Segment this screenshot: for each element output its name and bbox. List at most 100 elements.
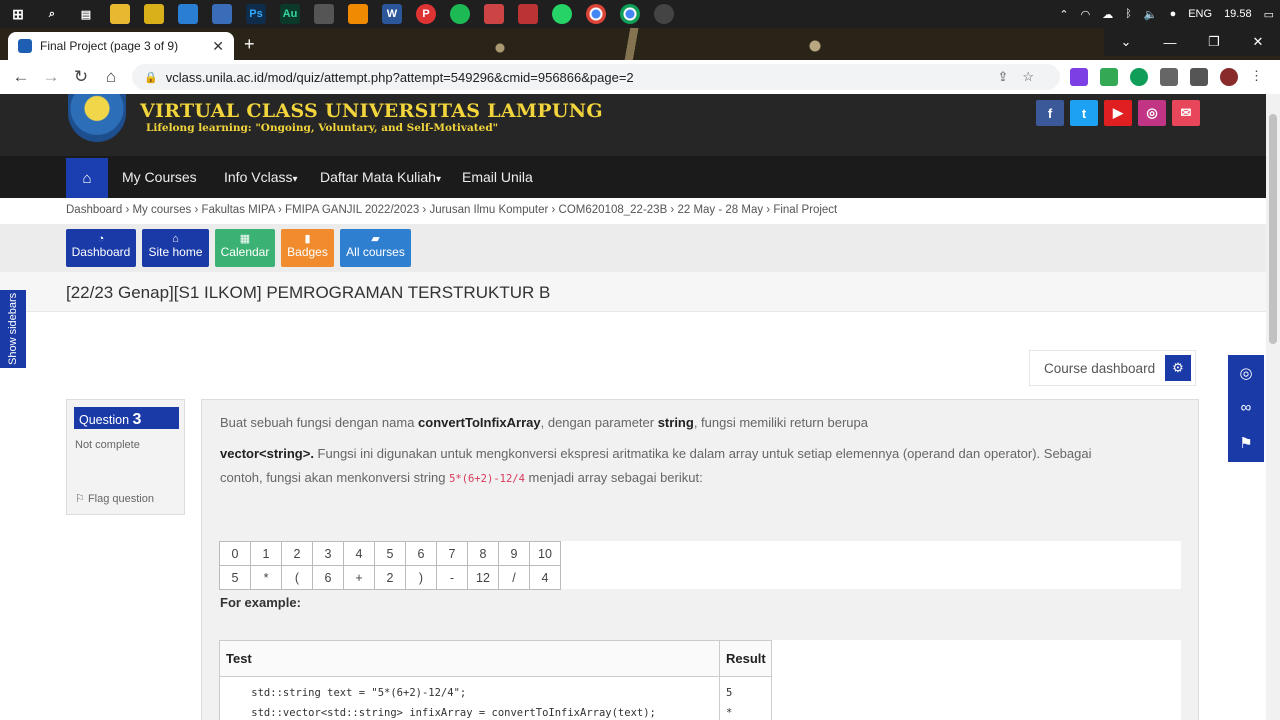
social-links: f t ▶ ◎ ✉ — [1036, 100, 1206, 126]
puzzle-icon[interactable] — [1160, 68, 1178, 86]
question-number-value: 3 — [132, 411, 142, 428]
windows-taskbar: ⊞ ⌕ ▤ Ps Au W P ⌃ ◠ ☁ ᛒ 🔈 ● ENG 19.58 ▭ — [0, 0, 1280, 28]
instagram-icon[interactable]: ◎ — [1138, 100, 1166, 126]
gear-icon[interactable]: ⚙ — [1165, 355, 1191, 381]
volume-icon[interactable]: 🔈 — [1144, 8, 1158, 21]
vlc-icon[interactable] — [348, 4, 368, 24]
forward-icon[interactable]: → — [36, 67, 66, 87]
chevron-down-icon: ▾ — [292, 174, 298, 185]
browser-tab-active[interactable]: Final Project (page 3 of 9) ✕ — [8, 32, 234, 60]
breadcrumb[interactable]: Dashboard › My courses › Fakultas MIPA ›… — [66, 204, 837, 216]
twitter-icon[interactable]: t — [1070, 100, 1098, 126]
language-indicator[interactable]: ENG — [1188, 8, 1212, 20]
audition-icon[interactable]: Au — [280, 4, 300, 24]
clock[interactable]: 19.58 — [1224, 8, 1252, 20]
theme-decoration — [300, 28, 1120, 60]
menu-email-unila[interactable]: Email Unila — [462, 169, 533, 185]
minimize-icon[interactable]: — — [1148, 35, 1192, 50]
youtube-icon[interactable]: ▶ — [1104, 100, 1132, 126]
value-row: 5 *(6 +2) -12/4 — [219, 565, 561, 590]
menu-daftar-label: Daftar Mata Kuliah — [320, 169, 436, 185]
cloud-icon[interactable]: ☁ — [1102, 8, 1113, 21]
photoshop-icon[interactable]: Ps — [246, 4, 266, 24]
question-status: Not complete — [75, 439, 140, 451]
facebook-icon[interactable]: f — [1036, 100, 1064, 126]
menu-my-courses[interactable]: My Courses — [122, 169, 197, 185]
page-scrollbar[interactable] — [1266, 94, 1280, 720]
file-explorer-icon[interactable] — [110, 4, 130, 24]
flag-icon[interactable]: ⚑ — [1228, 425, 1264, 460]
question-number: Question 3 — [74, 407, 179, 429]
test-header-row: Test Result — [219, 640, 772, 677]
spotify-icon[interactable] — [450, 4, 470, 24]
menu-info-vclass[interactable]: Info Vclass▾ — [224, 169, 298, 185]
site-home-button[interactable]: ⌂ Site home — [142, 229, 209, 267]
windows-start-icon[interactable]: ⊞ — [8, 4, 28, 24]
url-text: vclass.unila.ac.id/mod/quiz/attempt.php?… — [165, 69, 634, 85]
menu-dots-icon[interactable]: ⋮ — [1250, 68, 1268, 86]
unila-logo[interactable] — [68, 94, 126, 142]
chevron-up-icon[interactable]: ⌃ — [1059, 8, 1068, 21]
app-icon-2[interactable] — [314, 4, 334, 24]
new-tab-icon[interactable]: + — [244, 34, 255, 55]
address-bar[interactable]: 🔒 vclass.unila.ac.id/mod/quiz/attempt.ph… — [132, 64, 1060, 90]
app-icon-4[interactable] — [484, 4, 504, 24]
array-table-wrapper: 0 1 2 3 4 5 6 7 8 9 10 5 *(6 +2) -12/4 — [219, 541, 1181, 590]
array-value-cell: 6 — [312, 565, 344, 590]
bookmark-star-icon[interactable]: ☆ — [1022, 69, 1048, 84]
badges-button[interactable]: ▮ Badges — [281, 229, 334, 267]
email-icon[interactable]: ✉ — [1172, 100, 1200, 126]
chrome-icon[interactable] — [586, 4, 606, 24]
qtext-function-name: convertToInfixArray — [418, 415, 541, 430]
scrollbar-thumb[interactable] — [1269, 114, 1277, 344]
all-courses-button[interactable]: ▰ All courses — [340, 229, 411, 267]
app-window-icon[interactable] — [212, 4, 232, 24]
extension-icon-1[interactable] — [1070, 68, 1088, 86]
course-dashboard-block[interactable]: Course dashboard ⚙ — [1029, 350, 1196, 386]
share-icon[interactable]: ⇪ — [997, 69, 1022, 84]
qtext-1a: Buat sebuah fungsi dengan nama — [220, 415, 419, 430]
app-icon[interactable] — [144, 4, 164, 24]
close-tab-icon[interactable]: ✕ — [212, 38, 224, 55]
word-icon[interactable]: W — [382, 4, 402, 24]
link-icon[interactable]: ∞ — [1228, 390, 1264, 425]
array-index-cell: 5 — [374, 541, 406, 566]
lock-icon[interactable]: 🔒 — [144, 71, 158, 84]
app-icon-5[interactable] — [518, 4, 538, 24]
restore-icon[interactable]: ❐ — [1192, 34, 1236, 50]
whatsapp-icon[interactable] — [552, 4, 572, 24]
help-lifebuoy-icon[interactable]: ◎ — [1228, 355, 1264, 390]
question-info-panel: Question 3 Not complete ⚐ Flag question — [66, 399, 185, 515]
back-icon[interactable]: ← — [6, 67, 36, 87]
dashboard-button[interactable]: ◔ Dashboard — [66, 229, 136, 267]
bluetooth-icon[interactable]: ᛒ — [1125, 8, 1132, 20]
calendar-button[interactable]: ▦ Calendar — [215, 229, 275, 267]
search-icon[interactable]: ⌕ — [42, 4, 62, 24]
quick-buttons-bar: ◔ Dashboard ⌂ Site home ▦ Calendar ▮ Badges … — [0, 224, 1266, 272]
app-icon-6[interactable] — [654, 4, 674, 24]
home-button[interactable]: ⌂ — [66, 158, 108, 198]
chrome-active-icon[interactable] — [620, 4, 640, 24]
show-sidebars-tab[interactable]: Show sidebars — [0, 290, 26, 368]
home-icon[interactable]: ⌂ — [96, 67, 126, 87]
app-icon-3[interactable]: P — [416, 4, 436, 24]
for-example-label: For example: — [220, 595, 301, 610]
mic-icon[interactable]: ● — [1170, 8, 1177, 20]
wifi-icon[interactable]: ◠ — [1081, 8, 1091, 21]
close-window-icon[interactable]: ✕ — [1236, 34, 1280, 50]
reload-icon[interactable]: ↻ — [66, 67, 96, 87]
menu-daftar-mata-kuliah[interactable]: Daftar Mata Kuliah▾ — [320, 169, 441, 185]
vscode-icon[interactable] — [178, 4, 198, 24]
test-row: std::string text = "5*(6+2)-12/4"; std::… — [219, 676, 772, 720]
result-column-header: Result — [719, 640, 772, 677]
task-view-icon[interactable]: ▤ — [76, 4, 96, 24]
tab-search-icon[interactable]: ⌄ — [1104, 34, 1148, 50]
notification-icon[interactable]: ▭ — [1264, 8, 1274, 21]
side-panel-icon[interactable] — [1190, 68, 1208, 86]
test-code-line-1: std::string text = "5*(6+2)-12/4"; — [226, 687, 467, 699]
profile-avatar[interactable] — [1220, 68, 1238, 86]
array-value-cell: / — [498, 565, 530, 590]
extension-icon-3[interactable] — [1130, 68, 1148, 86]
flag-question-link[interactable]: ⚐ Flag question — [75, 492, 154, 505]
extension-icon-2[interactable] — [1100, 68, 1118, 86]
